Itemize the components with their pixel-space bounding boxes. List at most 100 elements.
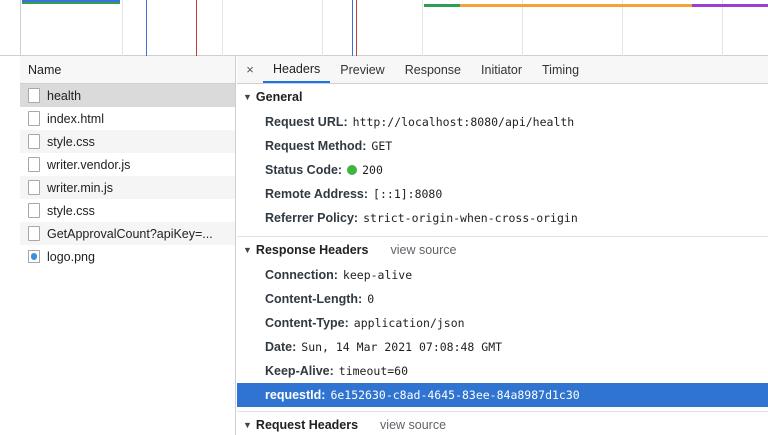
triangle-down-icon: ▼ xyxy=(243,420,252,430)
request-headers-section: ▼ Request Headers view source xyxy=(237,412,768,435)
overview-grid-line xyxy=(222,0,223,56)
file-icon xyxy=(28,226,40,241)
header-key: Content-Length: xyxy=(265,292,363,306)
close-icon[interactable]: × xyxy=(237,56,263,83)
view-source-link[interactable]: view source xyxy=(390,243,456,257)
header-key: Request URL: xyxy=(265,115,348,129)
header-value: 200 xyxy=(362,163,383,177)
response-headers-section: ▼ Response Headers view source Connectio… xyxy=(237,237,768,412)
header-row-content-length[interactable]: Content-Length: 0 xyxy=(237,287,768,311)
overview-bar xyxy=(460,4,692,7)
request-name: style.css xyxy=(47,203,95,218)
file-icon xyxy=(28,134,40,149)
overview-grid-line xyxy=(722,0,723,56)
overview-grid-line xyxy=(322,0,323,56)
header-key: requestId: xyxy=(265,388,326,402)
header-value: Sun, 14 Mar 2021 07:08:48 GMT xyxy=(301,340,503,354)
details-tab-bar: × Headers Preview Response Initiator Tim… xyxy=(237,56,768,84)
header-key: Request Method: xyxy=(265,139,367,153)
tab-headers[interactable]: Headers xyxy=(263,56,331,83)
file-icon xyxy=(28,203,40,218)
overview-grid-line xyxy=(622,0,623,56)
file-icon xyxy=(28,180,40,195)
section-title: Response Headers xyxy=(255,243,369,257)
header-row-request-method[interactable]: Request Method: GET xyxy=(237,134,768,158)
overview-load-marker xyxy=(196,0,197,56)
header-key: Date: xyxy=(265,340,297,354)
overview-bar xyxy=(692,4,768,7)
tab-initiator[interactable]: Initiator xyxy=(471,56,532,83)
overview-left-edge xyxy=(20,0,21,56)
request-name: GetApprovalCount?apiKey=... xyxy=(47,226,213,241)
header-value: application/json xyxy=(353,316,465,330)
section-title: General xyxy=(255,90,303,104)
request-row-writer-min-js[interactable]: writer.min.js xyxy=(20,176,235,199)
tab-timing[interactable]: Timing xyxy=(532,56,589,83)
header-row-keep-alive[interactable]: Keep-Alive: timeout=60 xyxy=(237,359,768,383)
request-name: writer.vendor.js xyxy=(47,157,131,172)
request-row-health[interactable]: health xyxy=(20,84,235,107)
view-source-link[interactable]: view source xyxy=(380,418,446,432)
header-value: [::1]:8080 xyxy=(373,187,443,201)
request-row-writer-vendor-js[interactable]: writer.vendor.js xyxy=(20,153,235,176)
header-key: Remote Address: xyxy=(265,187,369,201)
request-details-panel: × Headers Preview Response Initiator Tim… xyxy=(237,56,768,435)
header-row-request-url[interactable]: Request URL: http://localhost:8080/api/h… xyxy=(237,110,768,134)
tab-preview[interactable]: Preview xyxy=(330,56,394,83)
request-list-panel: Name health index.html style.css writer.… xyxy=(20,56,236,435)
header-key: Connection: xyxy=(265,268,338,282)
overview-dom-marker xyxy=(146,0,147,56)
request-row-index-html[interactable]: index.html xyxy=(20,107,235,130)
header-value: http://localhost:8080/api/health xyxy=(352,115,575,129)
header-row-remote-address[interactable]: Remote Address: [::1]:8080 xyxy=(237,182,768,206)
request-row-logo-png[interactable]: logo.png xyxy=(20,245,235,268)
header-value: 0 xyxy=(367,292,375,306)
header-key: Referrer Policy: xyxy=(265,211,359,225)
request-row-style-css-2[interactable]: style.css xyxy=(20,199,235,222)
header-key: Keep-Alive: xyxy=(265,364,334,378)
header-value: timeout=60 xyxy=(338,364,409,378)
triangle-down-icon: ▼ xyxy=(243,245,252,255)
request-name: style.css xyxy=(47,134,95,149)
request-name: index.html xyxy=(47,111,104,126)
header-row-referrer-policy[interactable]: Referrer Policy: strict-origin-when-cros… xyxy=(237,206,768,230)
header-value: keep-alive xyxy=(342,268,413,282)
request-headers-toggle[interactable]: ▼ Request Headers view source xyxy=(237,412,768,435)
header-row-request-id[interactable]: requestId: 6e152630-c8ad-4645-83ee-84a89… xyxy=(237,383,768,407)
overview-load-marker xyxy=(356,0,357,56)
tab-response[interactable]: Response xyxy=(395,56,471,83)
triangle-down-icon: ▼ xyxy=(243,92,252,102)
header-row-content-type[interactable]: Content-Type: application/json xyxy=(237,311,768,335)
file-icon xyxy=(28,157,40,172)
general-section: ▼ General Request URL: http://localhost:… xyxy=(237,84,768,237)
header-key: Status Code: xyxy=(265,163,343,177)
status-ok-icon xyxy=(347,165,358,175)
overview-grid-line xyxy=(122,0,123,56)
header-value: strict-origin-when-cross-origin xyxy=(363,211,578,225)
overview-grid-line xyxy=(522,0,523,56)
header-row-date[interactable]: Date: Sun, 14 Mar 2021 07:08:48 GMT xyxy=(237,335,768,359)
header-value: 6e152630-c8ad-4645-83ee-84a8987d1c30 xyxy=(330,388,580,402)
header-row-status-code[interactable]: Status Code: 200 xyxy=(237,158,768,182)
waterfall-overview[interactable] xyxy=(0,0,768,56)
overview-bar xyxy=(22,2,120,4)
request-row-get-approval-count[interactable]: GetApprovalCount?apiKey=... xyxy=(20,222,235,245)
request-name: writer.min.js xyxy=(47,180,113,195)
overview-grid-line xyxy=(422,0,423,56)
header-key: Content-Type: xyxy=(265,316,349,330)
name-column-label: Name xyxy=(28,62,62,77)
request-list: health index.html style.css writer.vendo… xyxy=(20,84,235,268)
header-row-connection[interactable]: Connection: keep-alive xyxy=(237,263,768,287)
file-icon xyxy=(28,111,40,126)
request-row-style-css[interactable]: style.css xyxy=(20,130,235,153)
section-title: Request Headers xyxy=(255,418,359,432)
response-headers-toggle[interactable]: ▼ Response Headers view source xyxy=(237,237,768,263)
overview-dom-marker xyxy=(352,0,353,56)
header-value: GET xyxy=(371,139,393,153)
general-section-toggle[interactable]: ▼ General xyxy=(237,84,768,110)
name-column-header[interactable]: Name xyxy=(20,56,235,84)
image-icon xyxy=(28,250,40,263)
request-name: health xyxy=(47,88,82,103)
overview-bar xyxy=(424,4,460,7)
file-icon xyxy=(28,88,40,103)
